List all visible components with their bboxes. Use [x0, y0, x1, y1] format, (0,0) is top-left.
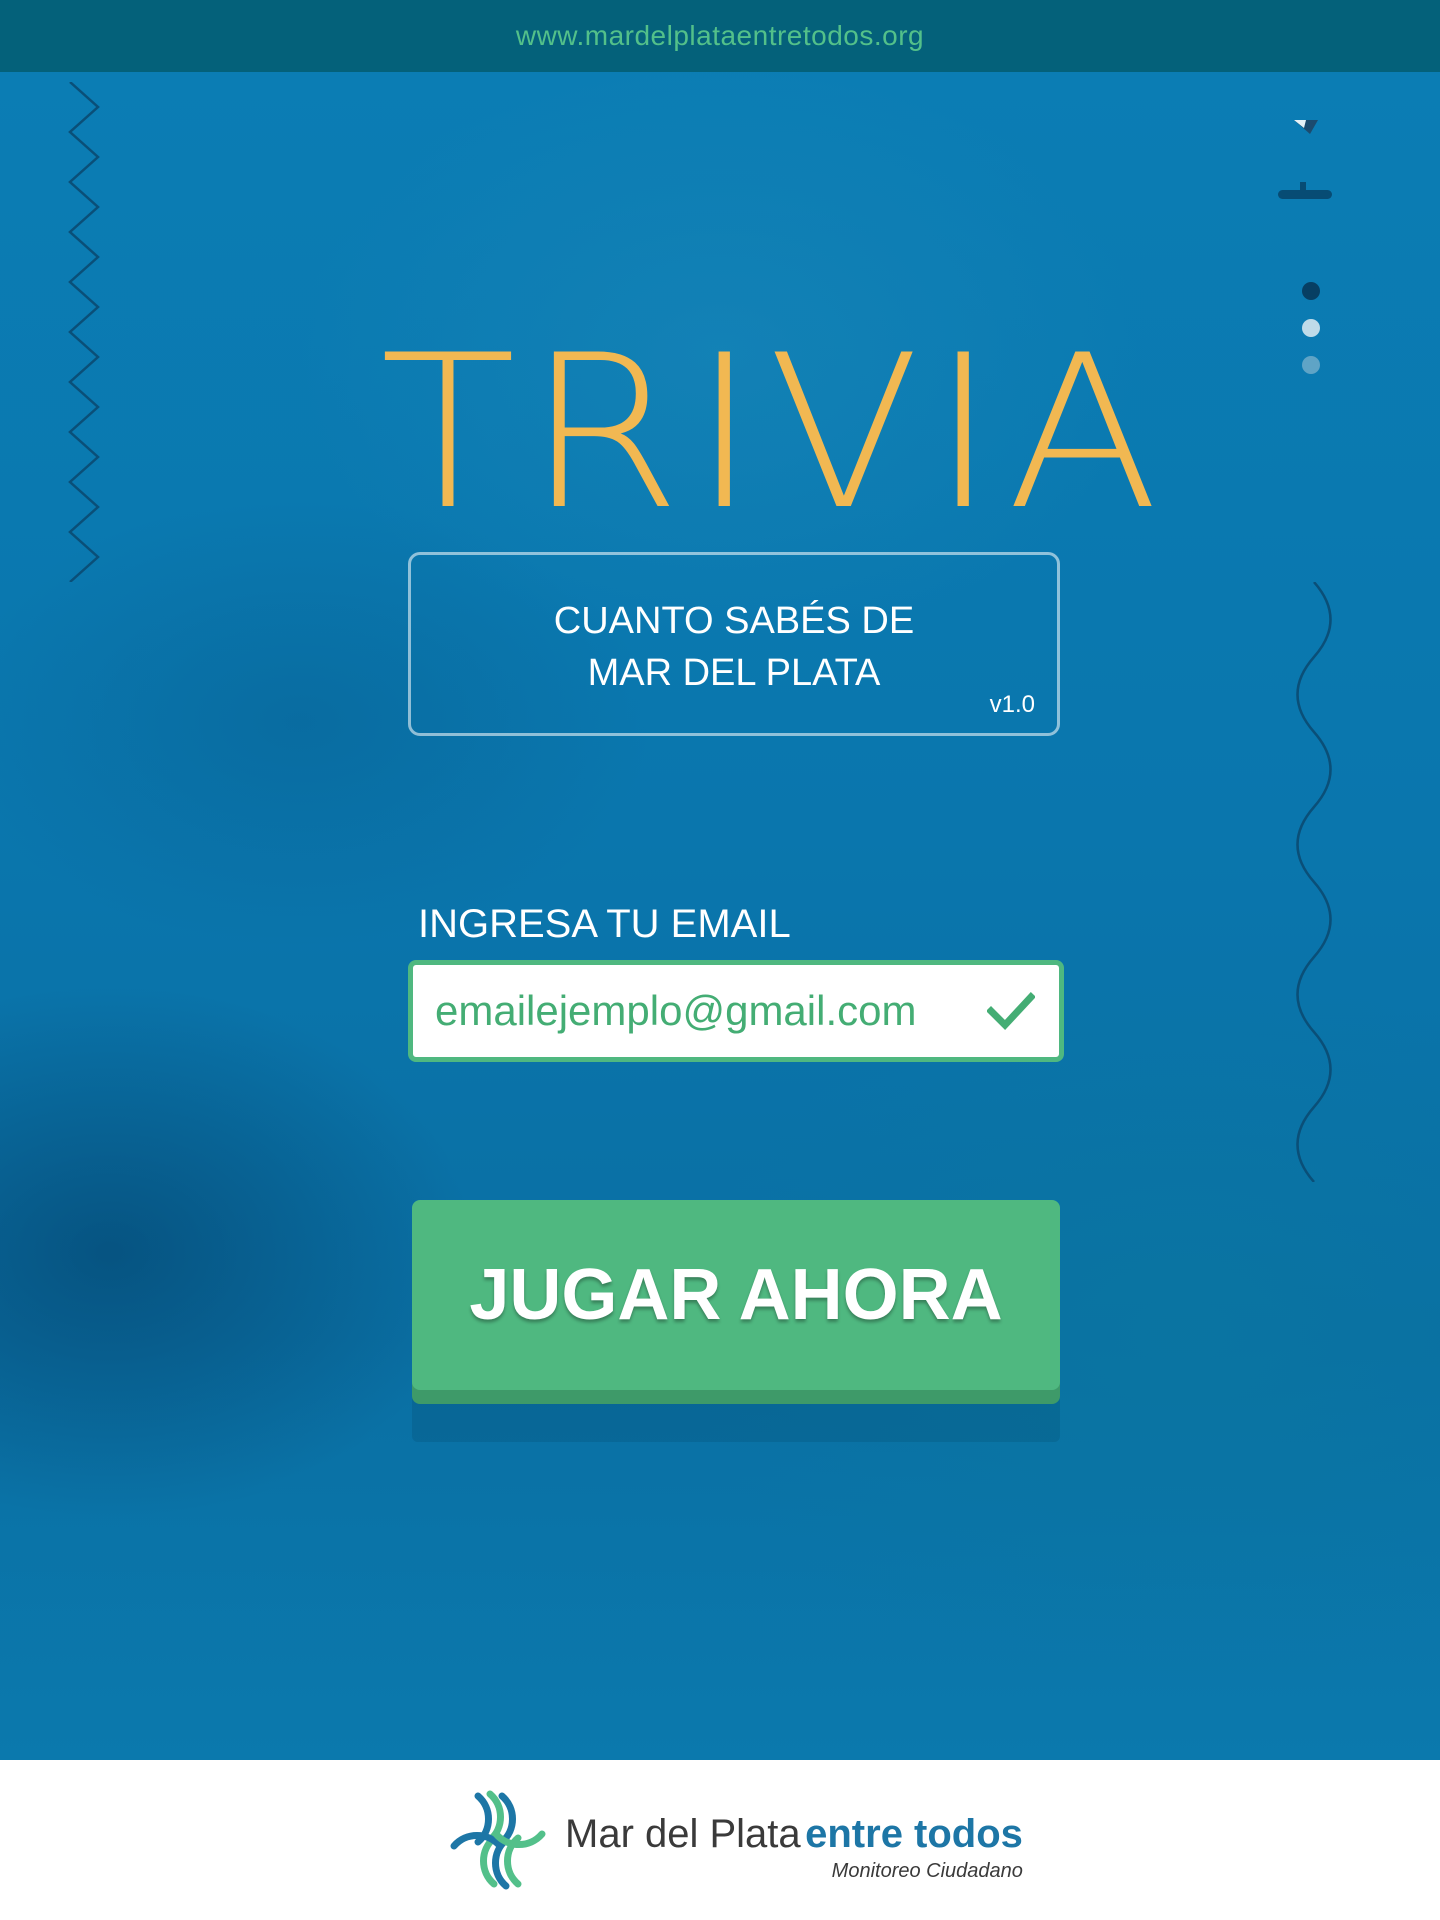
subtitle-line-1: CUANTO SABÉS DE [553, 600, 915, 642]
corner-triangle-icon [1294, 120, 1318, 134]
brand-accent-text: entre todos [805, 1812, 1023, 1856]
page-indicator-dots [1302, 282, 1322, 393]
trivia-start-screen: www.mardelplataentretodos.org TRIVIA CUA… [0, 0, 1440, 1920]
subtitle-text: CUANTO SABÉS DE MAR DEL PLATA [411, 595, 1057, 699]
brand-main-text: Mar del Plata [565, 1812, 801, 1856]
site-url[interactable]: www.mardelplataentretodos.org [516, 20, 924, 51]
indicator-dot-medium [1302, 356, 1320, 374]
zigzag-decoration-icon [68, 82, 100, 582]
check-icon [987, 992, 1035, 1031]
brand-wordmark: Mar del Plata entre todos Monitoreo Ciud… [565, 1812, 1023, 1882]
hero-background: TRIVIA CUANTO SABÉS DE MAR DEL PLATA v1.… [0, 72, 1440, 1760]
game-title: TRIVIA [380, 309, 1170, 556]
subtitle-line-2: MAR DEL PLATA [587, 652, 881, 694]
play-now-button[interactable]: JUGAR AHORA [412, 1200, 1060, 1390]
email-value[interactable]: emailejemplo@gmail.com [435, 987, 916, 1035]
email-label: INGRESA TU EMAIL [418, 902, 791, 946]
subtitle-box: CUANTO SABÉS DE MAR DEL PLATA v1.0 [408, 552, 1060, 736]
top-url-bar: www.mardelplataentretodos.org [0, 0, 1440, 72]
indicator-dot-light [1302, 319, 1320, 337]
footer: Mar del Plata entre todos Monitoreo Ciud… [0, 1760, 1440, 1920]
email-input[interactable]: emailejemplo@gmail.com [408, 960, 1064, 1062]
brand-logo-icon [450, 1790, 546, 1890]
indicator-dot-dark [1302, 282, 1320, 300]
version-label: v1.0 [989, 691, 1035, 718]
wave-decoration-icon [1296, 582, 1332, 1182]
brand-subtitle: Monitoreo Ciudadano [831, 1860, 1023, 1882]
dash-mark-icon [1278, 182, 1332, 199]
